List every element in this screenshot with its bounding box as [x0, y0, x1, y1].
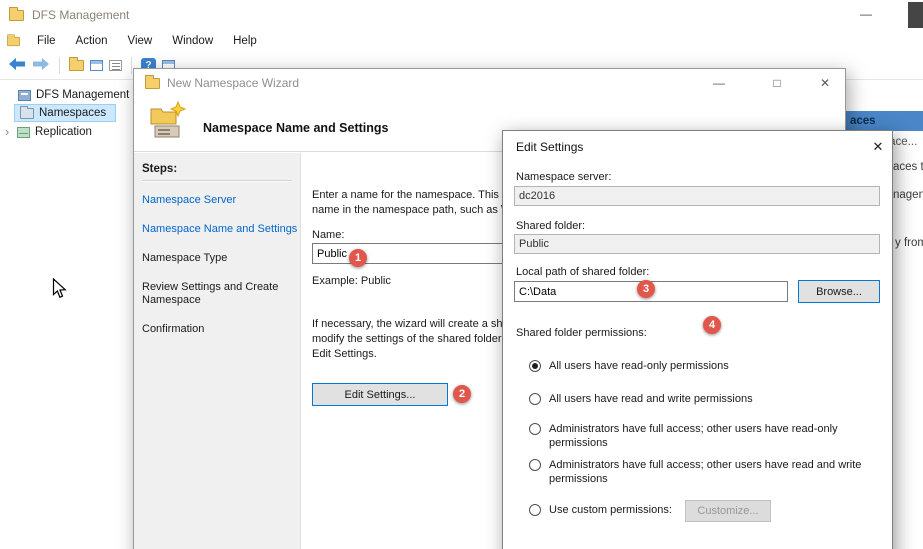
wizard-steps-panel: Steps: Namespace Server Namespace Name a…: [134, 153, 301, 549]
radio-admin-full-users-readwrite[interactable]: Administrators have full access; other u…: [529, 458, 881, 486]
browse-button[interactable]: Browse...: [798, 280, 880, 303]
radio-label: All users have read-only permissions: [549, 359, 881, 373]
step-namespace-name-settings[interactable]: Namespace Name and Settings: [142, 223, 292, 236]
menu-bar: File Action View Window Help: [0, 30, 923, 52]
intro-text-line1: Enter a name for the namespace. This na: [312, 189, 514, 201]
shared-folder-label: Shared folder:: [516, 220, 585, 232]
steps-header: Steps:: [142, 163, 292, 175]
export-list-icon[interactable]: [109, 60, 122, 71]
radio-label: All users have read and write permission…: [549, 392, 881, 406]
wizard-page-title: Namespace Name and Settings: [203, 121, 389, 135]
console-tree: DFS Management Namespaces › Replication: [0, 82, 133, 549]
menu-help[interactable]: Help: [223, 32, 267, 50]
tree-item-replication[interactable]: › Replication: [2, 123, 92, 141]
app-folder-icon: [9, 10, 24, 21]
steps-divider: [142, 180, 292, 182]
namespaces-icon: [20, 108, 34, 119]
customize-button: Customize...: [685, 500, 771, 522]
forward-icon[interactable]: [32, 57, 50, 74]
background-window-edge: [908, 2, 923, 28]
annotation-badge-2: 2: [453, 385, 471, 403]
permissions-label: Shared folder permissions:: [516, 327, 647, 339]
toolbar-separator: [131, 57, 132, 74]
wizard-titlebar[interactable]: New Namespace Wizard — □ ✕: [134, 69, 845, 97]
annotation-badge-1: 1: [349, 249, 367, 267]
local-path-label: Local path of shared folder:: [516, 266, 649, 278]
radio-button-icon[interactable]: [529, 393, 541, 405]
namespace-name-input[interactable]: [312, 243, 530, 264]
note-text-line1: If necessary, the wizard will create a s…: [312, 318, 512, 330]
menu-file[interactable]: File: [27, 32, 66, 50]
radio-read-only[interactable]: All users have read-only permissions: [529, 359, 881, 373]
menu-action[interactable]: Action: [66, 32, 118, 50]
example-text: Example: Public: [312, 275, 391, 287]
back-icon[interactable]: [8, 57, 26, 74]
console-icon: [18, 90, 31, 101]
step-namespace-server[interactable]: Namespace Server: [142, 194, 292, 207]
background-text-fragment: nagen: [893, 189, 923, 201]
annotation-badge-3: 3: [637, 280, 655, 298]
wizard-maximize-icon[interactable]: □: [762, 69, 792, 97]
minimize-icon[interactable]: —: [853, 2, 879, 26]
name-label: Name:: [312, 229, 344, 241]
radio-label: Administrators have full access; other u…: [549, 458, 881, 486]
namespace-server-label: Namespace server:: [516, 171, 611, 183]
wizard-close-icon[interactable]: ✕: [810, 69, 840, 97]
annotation-badge-4: 4: [703, 316, 721, 334]
radio-label: Administrators have full access; other u…: [549, 422, 881, 450]
show-folder-icon[interactable]: [69, 60, 84, 71]
note-text-line3: Edit Settings.: [312, 348, 377, 360]
menu-view[interactable]: View: [118, 32, 163, 50]
chevron-right-icon[interactable]: ›: [2, 126, 12, 138]
radio-button-icon[interactable]: [529, 423, 541, 435]
edit-settings-button[interactable]: Edit Settings...: [312, 383, 448, 406]
toolbar-separator: [59, 57, 60, 74]
edit-settings-dialog: Edit Settings ✕ Namespace server: Shared…: [502, 130, 893, 549]
background-text-fragment: y from: [895, 237, 923, 249]
main-window-title: DFS Management: [32, 8, 129, 22]
menu-folder-icon: [7, 36, 20, 45]
radio-admin-full-users-read[interactable]: Administrators have full access; other u…: [529, 422, 881, 450]
dfs-management-screen: DFS Management — File Action View Window…: [0, 0, 923, 549]
radio-button-icon[interactable]: [529, 504, 541, 516]
main-titlebar: DFS Management —: [0, 0, 923, 30]
intro-text-line2: name in the namespace path, such as \\: [312, 204, 507, 216]
radio-button-icon[interactable]: [529, 360, 541, 372]
replication-icon: [17, 127, 30, 138]
menu-window[interactable]: Window: [162, 32, 223, 50]
namespace-server-field: [514, 186, 880, 206]
tree-namespaces-label: Namespaces: [39, 107, 106, 119]
radio-read-write[interactable]: All users have read and write permission…: [529, 392, 881, 406]
wizard-title: New Namespace Wizard: [167, 76, 299, 90]
step-review-settings: Review Settings and Create Namespace: [142, 281, 284, 307]
radio-button-icon[interactable]: [529, 459, 541, 471]
wizard-icon: [145, 78, 160, 89]
mouse-cursor: [52, 278, 67, 302]
background-text-fragment: aces t: [893, 161, 923, 173]
console-window-icon[interactable]: [90, 60, 103, 71]
tree-replication-label: Replication: [35, 126, 92, 138]
wizard-minimize-icon[interactable]: —: [704, 69, 734, 97]
tree-item-namespaces[interactable]: Namespaces: [14, 104, 116, 122]
note-text-line2: modify the settings of the shared folder…: [312, 333, 513, 345]
namespace-wizard-banner-icon: [147, 99, 191, 146]
edit-settings-close-icon[interactable]: ✕: [867, 136, 889, 158]
content-pane-header-fragment: aces: [846, 111, 923, 131]
step-namespace-type: Namespace Type: [142, 252, 292, 265]
step-confirmation: Confirmation: [142, 323, 292, 336]
shared-folder-field: [514, 234, 880, 254]
edit-settings-title: Edit Settings: [516, 140, 583, 154]
tree-root-label: DFS Management: [36, 89, 129, 101]
tree-item-dfs-management[interactable]: DFS Management: [18, 86, 129, 104]
